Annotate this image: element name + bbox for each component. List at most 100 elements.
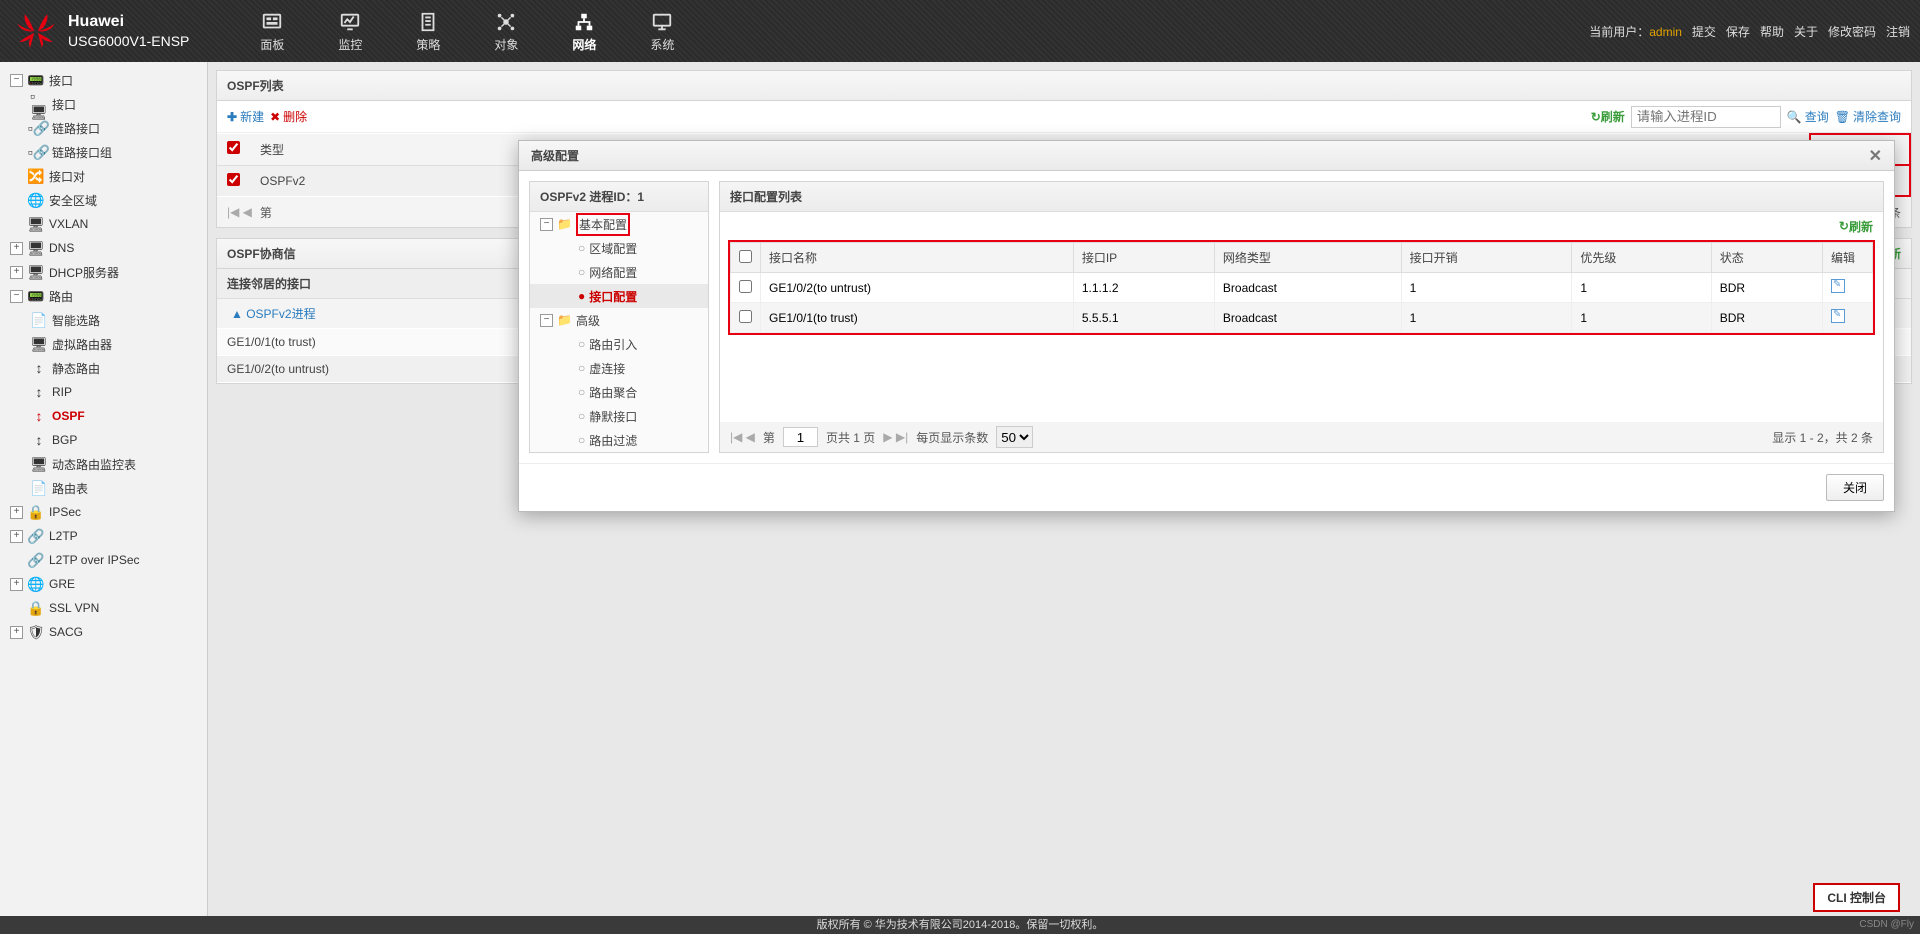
sidebar-item-vrouter[interactable]: 🖥虚拟路由器 <box>0 332 207 356</box>
collapse-icon[interactable]: − <box>540 218 553 231</box>
sidebar-item-dns[interactable]: +🖥DNS <box>0 236 207 260</box>
sidebar-item-interface-sub[interactable]: ▫🖥接口 <box>0 92 207 116</box>
route-icon: ↕ <box>30 408 48 424</box>
sidebar-item-gre[interactable]: +🌐GRE <box>0 572 207 596</box>
sidebar-item-l2tp[interactable]: +🔗L2TP <box>0 524 207 548</box>
sidebar-item-rip[interactable]: ↕RIP <box>0 380 207 404</box>
expand-icon[interactable]: + <box>10 626 23 639</box>
action-change-password[interactable]: 修改密码 <box>1828 23 1876 40</box>
tree-interface-config[interactable]: ●接口配置 <box>530 284 708 308</box>
select-all-checkbox[interactable] <box>227 141 240 154</box>
shield-icon: 🛡 <box>27 624 45 640</box>
action-submit[interactable]: 提交 <box>1692 23 1716 40</box>
modal-right-panel: 接口配置列表 ↻ 刷新 接口名称 接口IP 网络类型 接口开销 <box>719 181 1884 453</box>
cli-console-button[interactable]: CLI 控制台 <box>1813 883 1900 912</box>
tree-vlink[interactable]: ○虚连接 <box>530 356 708 380</box>
refresh-button[interactable]: ↻ 刷新 <box>1591 108 1625 125</box>
clear-icon: 🗑 <box>1835 110 1850 124</box>
main-nav: 面板 监控 策略 对象 网络 系统 <box>233 0 701 62</box>
sidebar-item-interface-pair[interactable]: 🔀接口对 <box>0 164 207 188</box>
tree-route-filter[interactable]: ○路由过滤 <box>530 428 708 452</box>
row-checkbox[interactable] <box>739 310 752 323</box>
sidebar-item-bgp[interactable]: ↕BGP <box>0 428 207 452</box>
tree-basic-config[interactable]: −📁基本配置 <box>530 212 708 236</box>
route-icon: ↕ <box>30 384 48 400</box>
advanced-config-modal: 高级配置 ✕ OSPFv2 进程ID：1 −📁基本配置 ○区域配置 ○网络配置 … <box>518 140 1895 512</box>
system-icon <box>648 10 676 34</box>
sidebar: −📟接口 ▫🖥接口 ▫🔗链路接口 ▫🔗链路接口组 🔀接口对 🌐安全区域 🖥VXL… <box>0 62 208 916</box>
close-button[interactable]: 关闭 <box>1826 474 1884 501</box>
tree-area-config[interactable]: ○区域配置 <box>530 236 708 260</box>
expand-icon[interactable]: + <box>10 266 23 279</box>
next-page-icon[interactable]: ▶ ▶| <box>883 430 908 444</box>
doc-icon: 📄 <box>30 480 48 496</box>
nav-monitor[interactable]: 监控 <box>311 0 389 62</box>
collapse-icon[interactable]: − <box>10 74 23 87</box>
nav-network[interactable]: 网络 <box>545 0 623 62</box>
action-logout[interactable]: 注销 <box>1886 23 1910 40</box>
network-icon <box>570 10 598 34</box>
row-checkbox[interactable] <box>739 280 752 293</box>
action-about[interactable]: 关于 <box>1794 23 1818 40</box>
tree-network-config[interactable]: ○网络配置 <box>530 260 708 284</box>
tree-silent[interactable]: ○静默接口 <box>530 404 708 428</box>
action-help[interactable]: 帮助 <box>1760 23 1784 40</box>
sidebar-item-static-route[interactable]: ↕静态路由 <box>0 356 207 380</box>
expand-icon[interactable]: + <box>10 242 23 255</box>
action-save[interactable]: 保存 <box>1726 23 1750 40</box>
tree-route-import[interactable]: ○路由引入 <box>530 332 708 356</box>
process-id-input[interactable] <box>1631 106 1781 128</box>
sidebar-item-dyn-route-mon[interactable]: 🖥动态路由监控表 <box>0 452 207 476</box>
ospf-list-title: OSPF列表 <box>217 71 1911 101</box>
sidebar-item-l2tp-ipsec[interactable]: 🔗L2TP over IPSec <box>0 548 207 572</box>
row-checkbox[interactable] <box>227 173 240 186</box>
sidebar-item-route-table[interactable]: 📄路由表 <box>0 476 207 500</box>
nav-system[interactable]: 系统 <box>623 0 701 62</box>
sidebar-item-link-interface[interactable]: ▫🔗链路接口 <box>0 116 207 140</box>
edit-icon[interactable] <box>1831 279 1845 293</box>
collapse-icon[interactable]: − <box>540 314 553 327</box>
close-icon[interactable]: ✕ <box>1869 146 1882 166</box>
col-priority: 优先级 <box>1572 243 1711 273</box>
tree-advanced[interactable]: −📁高级 <box>530 308 708 332</box>
add-button[interactable]: ✚新建 <box>227 108 264 125</box>
sidebar-item-sacg[interactable]: +🛡SACG <box>0 620 207 644</box>
clear-query-button[interactable]: 🗑清除查询 <box>1835 108 1901 125</box>
current-user-name: admin <box>1649 25 1682 39</box>
footer-copyright: 版权所有 © 华为技术有限公司2014-2018。保留一切权利。 <box>0 916 1920 934</box>
nav-dashboard[interactable]: 面板 <box>233 0 311 62</box>
modal-left-tree: OSPFv2 进程ID：1 −📁基本配置 ○区域配置 ○网络配置 ●接口配置 −… <box>529 181 709 453</box>
select-all-checkbox[interactable] <box>739 250 752 263</box>
sidebar-item-vxlan[interactable]: 🖥VXLAN <box>0 212 207 236</box>
delete-button[interactable]: ✖删除 <box>270 108 307 125</box>
expand-icon[interactable]: + <box>10 530 23 543</box>
expand-icon[interactable]: + <box>10 578 23 591</box>
expand-icon[interactable]: + <box>10 506 23 519</box>
sidebar-item-dhcp[interactable]: +🖥DHCP服务器 <box>0 260 207 284</box>
query-button[interactable]: 🔍查询 <box>1787 108 1829 125</box>
pager-summary: 显示 1 - 2，共 2 条 <box>1772 429 1873 446</box>
nav-object[interactable]: 对象 <box>467 0 545 62</box>
sidebar-item-zone[interactable]: 🌐安全区域 <box>0 188 207 212</box>
per-page-select[interactable]: 50 <box>996 426 1033 448</box>
nav-policy[interactable]: 策略 <box>389 0 467 62</box>
first-page-icon[interactable]: |◀ ◀ <box>730 430 755 444</box>
screen-icon: 🖥 <box>30 456 48 472</box>
watermark: CSDN @Fly <box>1859 919 1914 930</box>
edit-icon[interactable] <box>1831 309 1845 323</box>
table-row[interactable]: GE1/0/1(to trust) 5.5.5.1 Broadcast 1 1 … <box>731 303 1873 333</box>
sidebar-item-ospf[interactable]: ↕OSPF <box>0 404 207 428</box>
brand-text: Huawei <box>68 12 189 33</box>
sidebar-item-link-interface-group[interactable]: ▫🔗链路接口组 <box>0 140 207 164</box>
screen-icon: 🖥 <box>30 336 48 352</box>
page-input[interactable] <box>783 427 818 447</box>
table-row[interactable]: GE1/0/2(to untrust) 1.1.1.2 Broadcast 1 … <box>731 273 1873 303</box>
collapse-icon[interactable]: − <box>10 290 23 303</box>
sidebar-item-sslvpn[interactable]: 🔒SSL VPN <box>0 596 207 620</box>
first-page-icon[interactable]: |◀ ◀ <box>227 205 252 219</box>
sidebar-item-ipsec[interactable]: +🔒IPSec <box>0 500 207 524</box>
tree-route-agg[interactable]: ○路由聚合 <box>530 380 708 404</box>
refresh-button[interactable]: ↻ 刷新 <box>1839 218 1873 235</box>
sidebar-item-route[interactable]: −📟路由 <box>0 284 207 308</box>
sidebar-item-smart-route[interactable]: 📄智能选路 <box>0 308 207 332</box>
